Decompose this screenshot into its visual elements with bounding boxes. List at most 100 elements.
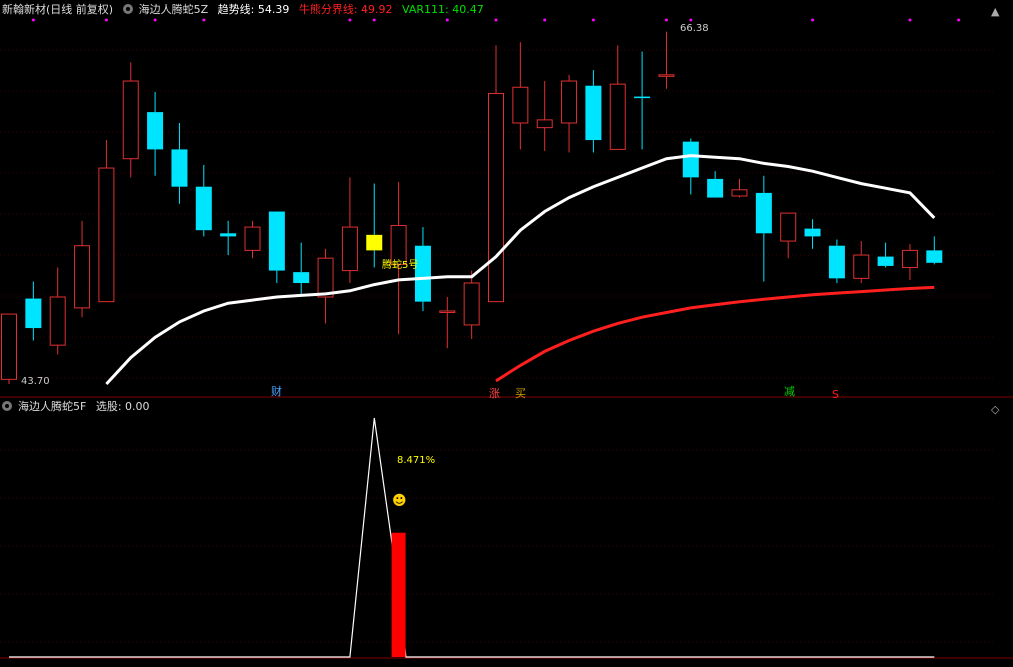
candle-body xyxy=(561,80,578,124)
candle-body xyxy=(488,92,504,303)
candle xyxy=(488,45,504,303)
candle-body xyxy=(171,149,188,187)
candle-body xyxy=(293,272,310,284)
candle-body xyxy=(366,234,383,251)
candle xyxy=(634,51,651,150)
candle xyxy=(98,140,115,303)
top-marker xyxy=(957,18,961,22)
top-marker xyxy=(811,18,815,22)
top-markers xyxy=(31,18,961,22)
candle xyxy=(25,281,42,341)
top-marker xyxy=(348,18,352,22)
candle xyxy=(828,239,845,284)
candle-body xyxy=(49,296,66,346)
candle-body xyxy=(439,310,456,313)
bull-bear-line xyxy=(495,285,935,383)
top-marker xyxy=(543,18,547,22)
candle xyxy=(317,248,334,324)
candle-body xyxy=(195,186,212,231)
candle-body xyxy=(1,313,17,380)
candle xyxy=(707,171,724,198)
candle-body xyxy=(341,226,358,272)
candle xyxy=(682,138,699,195)
top-marker xyxy=(153,18,157,22)
high-price-label: 66.38 xyxy=(680,23,709,34)
candle xyxy=(755,175,772,282)
top-marker xyxy=(104,18,108,22)
candle xyxy=(463,270,480,339)
top-marker xyxy=(31,18,35,22)
zhang-label: 涨 xyxy=(489,387,500,400)
candle-body xyxy=(268,211,285,271)
signal-label: 腾蛇5号 xyxy=(382,258,418,271)
candle-body xyxy=(585,85,602,141)
candle-body xyxy=(25,298,42,329)
candlestick-chart[interactable]: 66.38 43.70 腾蛇5号 财 涨 买 减 S 8.471% ☻ xyxy=(0,0,1013,667)
candle-body xyxy=(926,250,943,263)
candle xyxy=(561,74,578,153)
candle-body xyxy=(682,141,699,178)
candle xyxy=(195,164,212,237)
candle xyxy=(268,211,285,284)
top-marker xyxy=(202,18,206,22)
candle xyxy=(74,220,91,318)
candle-body xyxy=(463,282,480,326)
cai-label: 财 xyxy=(271,384,282,398)
candle-body xyxy=(609,83,626,150)
candle xyxy=(536,81,553,151)
sub-chart xyxy=(9,417,935,658)
top-marker xyxy=(591,18,595,22)
candle-body xyxy=(74,245,91,309)
candle-body xyxy=(901,249,918,268)
candle-body xyxy=(804,228,821,237)
candle xyxy=(49,267,66,355)
candles xyxy=(1,31,943,384)
top-marker xyxy=(689,18,693,22)
candle xyxy=(244,220,261,259)
candle xyxy=(1,313,17,384)
top-marker xyxy=(372,18,376,22)
jian-label: 减 xyxy=(784,385,795,398)
candle xyxy=(804,219,821,249)
trend-line xyxy=(105,154,936,386)
mai-label: 买 xyxy=(515,387,526,400)
candle xyxy=(853,241,870,284)
low-price-label: 43.70 xyxy=(21,376,50,387)
candle xyxy=(147,91,164,176)
top-marker xyxy=(494,18,498,22)
candle-body xyxy=(244,226,261,251)
candle xyxy=(220,220,237,256)
candle xyxy=(171,122,188,204)
top-marker xyxy=(908,18,912,22)
percent-label: 8.471% xyxy=(397,455,435,466)
candle xyxy=(439,296,456,349)
candle-body xyxy=(634,96,651,99)
candle xyxy=(390,182,407,335)
candle xyxy=(926,236,943,265)
candle-body xyxy=(877,256,894,266)
candle-body xyxy=(780,212,797,242)
candle-body xyxy=(707,178,724,198)
top-marker xyxy=(445,18,449,22)
candle-body xyxy=(98,167,115,303)
candle xyxy=(585,70,602,153)
candle-body xyxy=(122,80,139,160)
candle-body xyxy=(414,245,431,302)
indicator-lines xyxy=(105,154,936,386)
chart-window: 新翰新材(日线 前复权) 海边人腾蛇5Z 趋势线: 54.39 牛熊分界线: 4… xyxy=(0,0,1013,667)
candle-body xyxy=(731,189,748,197)
candle xyxy=(341,177,358,284)
candle xyxy=(122,62,139,178)
candle-body xyxy=(853,254,870,279)
candle-body xyxy=(755,192,772,234)
candle xyxy=(780,212,797,259)
select-line xyxy=(9,417,935,658)
candle-body xyxy=(536,119,553,129)
candle-body xyxy=(390,225,407,265)
candle xyxy=(609,45,626,150)
select-bar xyxy=(391,532,406,657)
candle-body xyxy=(220,233,237,237)
candle-body xyxy=(828,245,845,279)
smiley-icon: ☻ xyxy=(392,493,407,509)
candle xyxy=(658,31,675,89)
